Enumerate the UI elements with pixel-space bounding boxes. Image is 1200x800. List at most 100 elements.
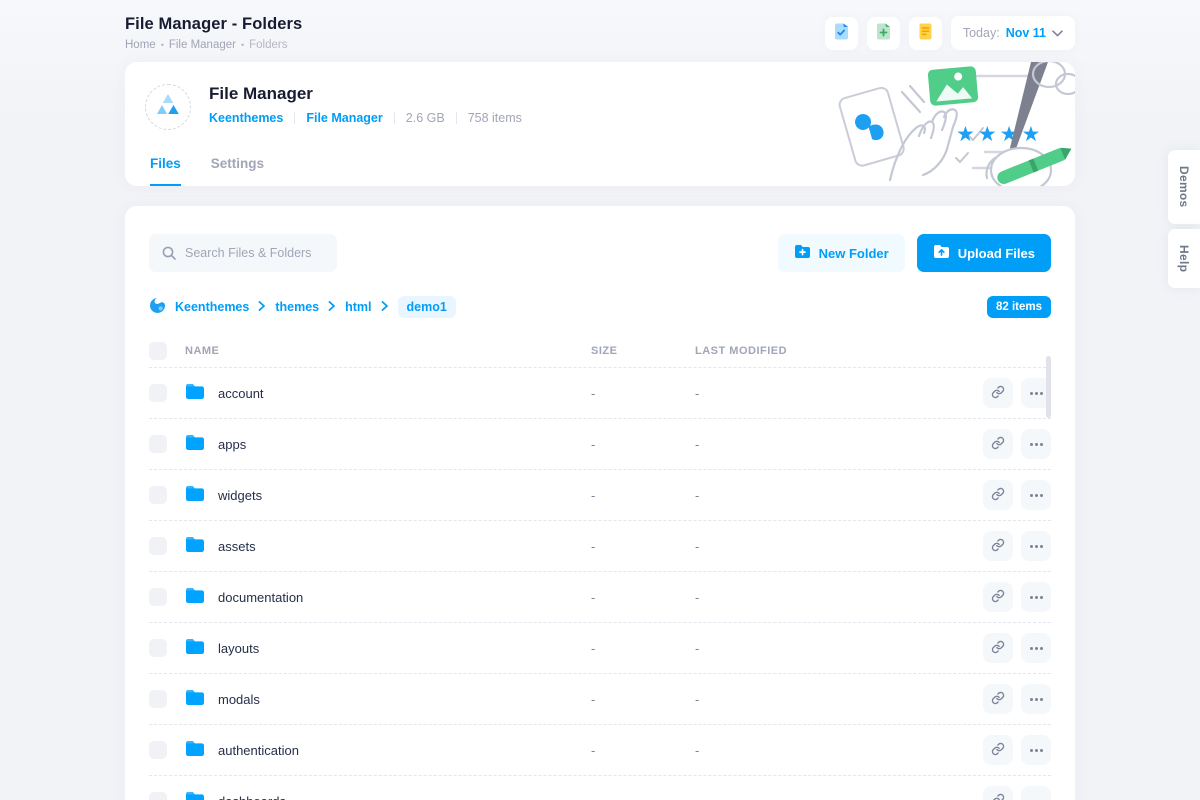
document-lines-icon [916,22,935,44]
folder-name[interactable]: assets [218,539,256,554]
new-document-button[interactable] [867,17,900,50]
more-actions-button[interactable] [1021,480,1051,510]
row-checkbox[interactable] [149,588,167,606]
folder-modified: - [695,641,983,656]
folder-modified: - [695,590,983,605]
folder-size: - [591,743,695,758]
copy-link-button[interactable] [983,633,1013,663]
copy-link-button[interactable] [983,378,1013,408]
folder-name[interactable]: apps [218,437,246,452]
row-checkbox[interactable] [149,792,167,800]
folder-name[interactable]: modals [218,692,260,707]
folder-modified: - [695,743,983,758]
upload-files-label: Upload Files [958,246,1035,261]
breadcrumb-file-manager[interactable]: File Manager [169,39,236,51]
vendor-link[interactable]: Keenthemes [209,111,283,125]
page-header: File Manager - Folders Home • File Manag… [125,0,1075,62]
link-icon [991,385,1005,402]
breadcrumb: Home • File Manager • Folders [125,39,302,51]
more-actions-button[interactable] [1021,429,1051,459]
copy-link-button[interactable] [983,429,1013,459]
path-item-themes[interactable]: themes [275,300,319,314]
more-actions-button[interactable] [1021,582,1051,612]
folder-name[interactable]: dashboards [218,794,286,800]
more-actions-button[interactable] [1021,633,1051,663]
copy-link-button[interactable] [983,582,1013,612]
tasks-button[interactable] [825,17,858,50]
search-input[interactable] [149,234,337,272]
items-count: 758 items [468,111,522,125]
keenthemes-logo-icon [155,93,181,122]
folder-modified: - [695,488,983,503]
folder-size: - [591,692,695,707]
divider [394,112,395,124]
folder-size: - [591,437,695,452]
upload-files-button[interactable]: Upload Files [917,234,1051,272]
row-checkbox[interactable] [149,741,167,759]
more-actions-button[interactable] [1021,531,1051,561]
row-checkbox[interactable] [149,639,167,657]
file-manager-panel: New Folder Upload Files Keenthemes theme… [125,206,1075,800]
tab-files[interactable]: Files [150,156,181,186]
more-actions-button[interactable] [1021,786,1051,800]
chevron-right-icon [258,300,266,314]
folder-name[interactable]: account [218,386,264,401]
row-checkbox[interactable] [149,435,167,453]
folder-icon [185,587,205,607]
folder-modified: - [695,437,983,452]
folder-name[interactable]: widgets [218,488,262,503]
path-item-demo1[interactable]: demo1 [398,296,456,318]
ellipsis-icon [1035,647,1038,650]
column-last-modified: LAST MODIFIED [695,345,983,357]
folder-name[interactable]: layouts [218,641,259,656]
notes-button[interactable] [909,17,942,50]
date-picker-button[interactable]: Today: Nov 11 [951,16,1075,50]
copy-link-button[interactable] [983,480,1013,510]
table-row: assets - - [149,521,1051,572]
row-checkbox[interactable] [149,690,167,708]
ellipsis-icon [1035,545,1038,548]
copy-link-button[interactable] [983,735,1013,765]
folder-modified: - [695,539,983,554]
link-icon [991,691,1005,708]
new-folder-button[interactable]: New Folder [778,234,905,272]
path-item-keenthemes[interactable]: Keenthemes [175,300,249,314]
help-tab[interactable]: Help [1168,229,1200,288]
folder-name[interactable]: authentication [218,743,299,758]
files-table: NAME SIZE LAST MODIFIED account - - [149,334,1051,800]
copy-link-button[interactable] [983,684,1013,714]
breadcrumb-separator: • [241,40,244,50]
folder-size: - [591,794,695,800]
more-actions-button[interactable] [1021,684,1051,714]
path-item-html[interactable]: html [345,300,371,314]
ellipsis-icon [1035,494,1038,497]
row-checkbox[interactable] [149,384,167,402]
folder-icon [185,740,205,760]
link-icon [991,640,1005,657]
page-title: File Manager - Folders [125,15,302,34]
demos-tab[interactable]: Demos [1168,150,1200,224]
breadcrumb-home[interactable]: Home [125,39,156,51]
new-folder-label: New Folder [819,246,889,261]
folder-up-icon [933,244,950,262]
more-actions-button[interactable] [1021,735,1051,765]
row-checkbox[interactable] [149,486,167,504]
copy-link-button[interactable] [983,531,1013,561]
column-size: SIZE [591,345,695,357]
ellipsis-icon [1035,698,1038,701]
row-checkbox[interactable] [149,537,167,555]
table-scrollbar[interactable] [1046,356,1051,418]
select-all-checkbox[interactable] [149,342,167,360]
folder-name[interactable]: documentation [218,590,303,605]
folder-icon [185,791,205,800]
table-row: account - - [149,368,1051,419]
link-icon [991,742,1005,759]
ellipsis-icon [1035,392,1038,395]
app-link[interactable]: File Manager [306,111,382,125]
copy-link-button[interactable] [983,786,1013,800]
folder-size: - [591,641,695,656]
folder-modified: - [695,386,983,401]
folder-icon [185,638,205,658]
link-icon [991,436,1005,453]
tab-settings[interactable]: Settings [211,156,264,186]
